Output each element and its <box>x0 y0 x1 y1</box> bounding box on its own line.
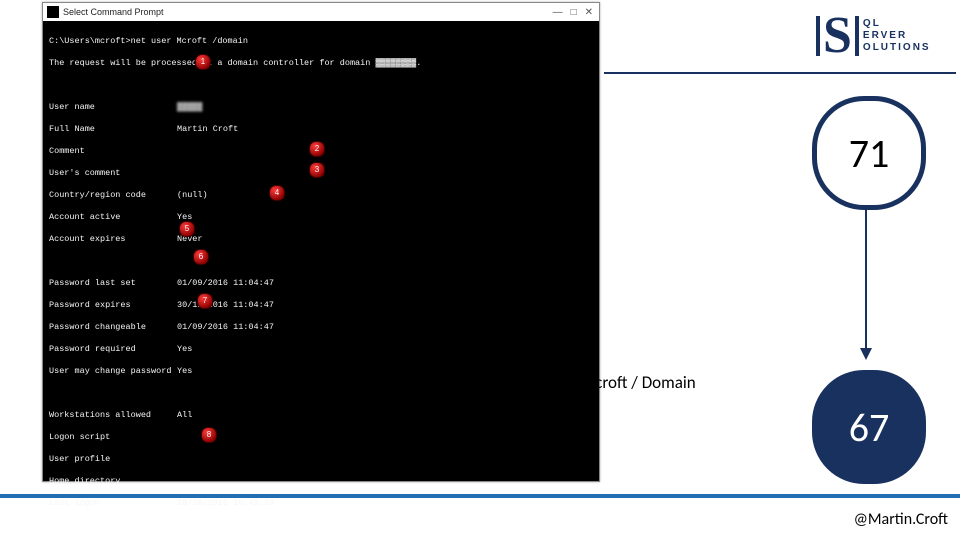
arrow-down-icon <box>862 210 870 360</box>
twitter-handle: @Martin.Croft <box>854 510 948 529</box>
window-title: Select Command Prompt <box>63 7 553 17</box>
marker-3: 3 <box>309 162 325 178</box>
metric-bottom-value: 67 <box>849 403 890 452</box>
metric-ring-bottom: 67 <box>812 370 926 484</box>
maximize-button[interactable]: □ <box>571 7 577 18</box>
logo-line-1: QL <box>863 18 931 30</box>
command-caption: net user Mcroft / Domain <box>520 372 696 393</box>
marker-5: 5 <box>179 221 195 237</box>
metric-top-value: 71 <box>849 129 890 178</box>
marker-7: 7 <box>197 293 213 309</box>
metric-ring-top: 71 <box>812 96 926 210</box>
command-output: C:\Users\mcroft>net user Mcroft /domain … <box>43 21 599 540</box>
marker-4: 4 <box>269 185 285 201</box>
prompt-line: C:\Users\mcroft>net user Mcroft /domain <box>49 36 593 47</box>
logo-line-2: ERVER <box>863 30 931 42</box>
sql-server-solutions-logo: S QL ERVER OLUTIONS <box>816 8 938 64</box>
window-titlebar[interactable]: Select Command Prompt — □ ✕ <box>43 3 599 21</box>
logo-glyph: S <box>816 16 859 56</box>
marker-8: 8 <box>201 427 217 443</box>
header-rule <box>604 72 956 74</box>
marker-2: 2 <box>309 141 325 157</box>
footer-rule <box>0 494 960 498</box>
close-button[interactable]: ✕ <box>585 7 593 18</box>
cmd-icon <box>47 6 59 18</box>
marker-6: 6 <box>193 249 209 265</box>
command-prompt-window: Select Command Prompt — □ ✕ C:\Users\mcr… <box>42 2 600 482</box>
logo-line-3: OLUTIONS <box>863 42 931 54</box>
processed-line: The request will be processed at a domai… <box>49 58 593 69</box>
minimize-button[interactable]: — <box>553 7 563 18</box>
marker-1: 1 <box>195 54 211 70</box>
